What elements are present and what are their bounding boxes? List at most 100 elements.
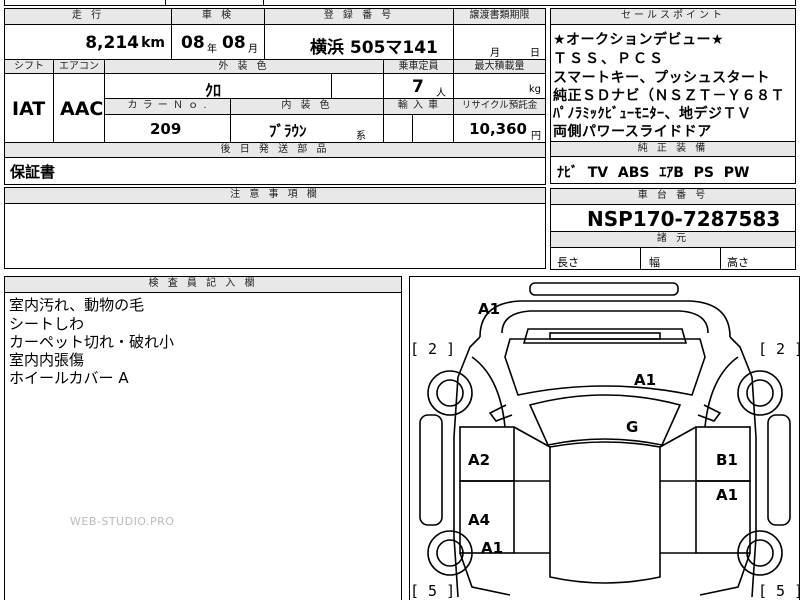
registration-header: 登 録 番 号 xyxy=(264,8,454,25)
vehicle-diagram-box xyxy=(409,276,800,600)
interior-color-suffix: 系 xyxy=(356,131,366,142)
rear-right-tire-hub xyxy=(746,539,774,567)
left-door-lines xyxy=(513,426,551,554)
windshield-outline xyxy=(528,394,682,446)
selling-points-header: セールスポイント xyxy=(550,8,796,25)
aircon-value: AAC xyxy=(60,98,104,120)
transfer-deadline-cell: 月 日 xyxy=(453,24,546,60)
mark-right-front-door: B1 xyxy=(716,451,738,469)
recycle-deposit-header: リサイクル預託金 xyxy=(453,98,546,115)
dimensions-width-label: 幅 xyxy=(649,256,660,269)
recycle-deposit-unit: 円 xyxy=(531,131,541,142)
registration-cell: 横浜 505マ141 xyxy=(264,24,454,60)
selling-point-line: ﾊﾟﾉﾗﾐｯｸﾋﾞｭｰﾓﾆﾀｰ、地デジＴＶ xyxy=(553,106,752,122)
inspection-month: 08 xyxy=(222,33,246,53)
exterior-color-cell: ｸﾛ xyxy=(104,73,332,99)
right-fender-line xyxy=(704,356,739,428)
mark-hood: A1 xyxy=(634,371,657,389)
left-fender-line xyxy=(471,356,506,428)
chassis-number-value: NSP170-7287583 xyxy=(587,207,781,231)
mark-front-bumper: A1 xyxy=(478,300,501,318)
interior-color-cell: ﾌﾞﾗｳﾝ 系 xyxy=(230,114,384,143)
color-no-header: カ ラ ー Ｎ ｏ . xyxy=(104,98,231,115)
hood-outline xyxy=(504,338,706,396)
genuine-equipment-value: ﾅﾋﾞ TV ABS ｴｱB PS PW xyxy=(557,165,750,181)
mark-rear-right-tire: [ 5 ] xyxy=(758,582,800,600)
mark-rear-left-tire: [ 5 ] xyxy=(410,582,456,600)
later-parts-value: 保証書 xyxy=(10,163,56,181)
import-car-cell-2 xyxy=(412,114,454,143)
color-no-value: 209 xyxy=(150,120,182,138)
dimensions-header: 諸 元 xyxy=(550,231,796,248)
inspection-month-unit: 月 xyxy=(248,44,258,55)
right-side-skirt xyxy=(767,414,791,526)
shift-header: シフト xyxy=(4,59,54,74)
recycle-deposit-cell: 10,360 円 xyxy=(453,114,546,143)
mark-front-left-tire: [ 2 ] xyxy=(410,340,456,358)
transfer-deadline-header: 譲渡書類期限 xyxy=(453,8,546,25)
import-car-cell xyxy=(383,114,413,143)
exterior-color-header: 外 装 色 xyxy=(104,59,384,74)
dimensions-height-label: 高さ xyxy=(727,256,749,269)
capacity-header: 乗車定員 xyxy=(383,59,454,74)
mileage-value: 8,214 xyxy=(85,33,139,53)
transfer-day-unit: 日 xyxy=(530,48,540,59)
front-left-tire-hub xyxy=(436,379,464,407)
rear-left-fender xyxy=(459,552,511,596)
body-outline xyxy=(453,336,757,598)
rear-right-fender xyxy=(699,552,751,596)
front-right-tire-outline xyxy=(737,370,783,416)
inspector-note-line: 室内汚れ、動物の毛 xyxy=(9,296,145,314)
watermark: WEB-STUDIO.PRO xyxy=(70,515,175,528)
left-mirror xyxy=(488,404,513,422)
transfer-month-unit: 月 xyxy=(490,48,500,59)
top-strip-divider xyxy=(263,0,264,6)
aircon-header: エアコン xyxy=(53,59,105,74)
registration-number: 横浜 505マ141 xyxy=(310,38,438,58)
inspection-cell: 08 年 08 月 xyxy=(171,24,265,60)
mark-right-rear-door: A1 xyxy=(716,486,739,504)
left-side-skirt xyxy=(419,414,443,526)
import-car-header: 輸 入 車 xyxy=(383,98,454,115)
genuine-equipment-cell: ﾅﾋﾞ TV ABS ｴｱB PS PW xyxy=(550,156,796,184)
inspection-year-unit: 年 xyxy=(207,44,217,55)
aircon-cell: AAC xyxy=(53,73,105,143)
mileage-unit: km xyxy=(141,35,165,51)
roof-spoiler-outline xyxy=(529,282,679,296)
mark-windshield: G xyxy=(626,418,639,436)
color-no-cell: 209 xyxy=(104,114,231,143)
interior-color-header: 内 装 色 xyxy=(230,98,384,115)
front-bumper-outline xyxy=(479,300,731,338)
chassis-number-header: 車 台 番 号 xyxy=(550,188,796,205)
capacity-cell: 7 人 xyxy=(383,73,454,99)
roof-outline xyxy=(549,441,661,584)
max-load-header: 最大積載量 xyxy=(453,59,546,74)
mark-left-front-door: A2 xyxy=(468,451,491,469)
mark-front-right-tire: [ 2 ] xyxy=(758,340,800,358)
dimensions-height-cell: 高さ xyxy=(720,247,796,270)
right-mirror xyxy=(697,404,722,422)
dimensions-length-label: 長さ xyxy=(557,256,579,269)
notes-header: 注 意 事 項 欄 xyxy=(4,187,546,204)
selling-point-line: スマートキー、プッシュスタート xyxy=(553,70,770,86)
later-parts-cell: 保証書 xyxy=(4,157,546,185)
rear-left-tire-hub xyxy=(436,539,464,567)
capacity-unit: 人 xyxy=(436,88,446,99)
interior-color-value: ﾌﾞﾗｳﾝ xyxy=(269,122,307,140)
genuine-equipment-header: 純 正 装 備 xyxy=(550,141,796,157)
grille-outline xyxy=(522,328,688,344)
inspector-note-line: ホイールカバー A xyxy=(9,369,129,387)
recycle-deposit-value: 10,360 xyxy=(469,120,527,138)
front-left-tire-outline xyxy=(427,370,473,416)
later-parts-header: 後 日 発 送 部 品 xyxy=(4,142,546,158)
mark-left-rear-fender: A1 xyxy=(481,539,504,557)
notes-cell xyxy=(4,203,546,269)
chassis-number-cell: NSP170-7287583 xyxy=(550,204,796,232)
right-door-lines xyxy=(659,426,697,554)
top-strip-divider xyxy=(165,0,166,6)
grille-detail xyxy=(549,332,661,340)
exterior-color-extra-cell xyxy=(331,73,384,99)
selling-point-line: ＴＳＳ、ＰＣＳ xyxy=(553,51,665,67)
front-right-tire-hub xyxy=(746,379,774,407)
inspector-notes-header: 検 査 員 記 入 欄 xyxy=(4,276,402,293)
